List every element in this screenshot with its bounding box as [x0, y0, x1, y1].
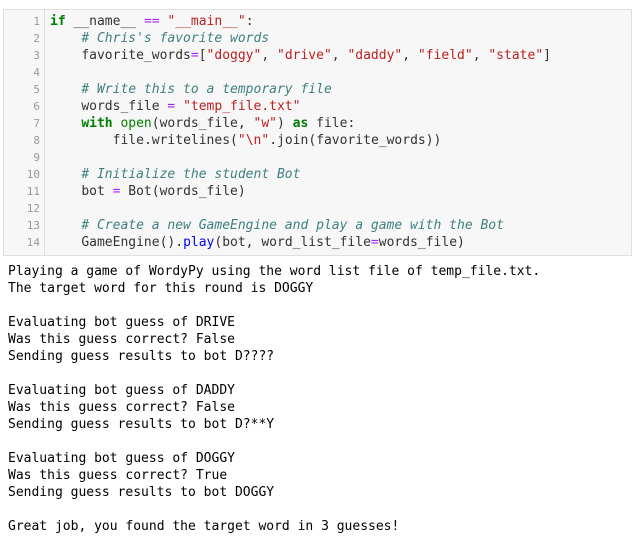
output-line: Evaluating bot guess of DRIVE [8, 315, 235, 330]
comma: , [331, 48, 348, 63]
line-number: 12 [26, 202, 40, 215]
args: ) [277, 116, 293, 131]
string-literal: "daddy" [347, 48, 403, 63]
string-literal: "\n" [237, 133, 270, 148]
call: Bot(words_file) [128, 184, 246, 199]
line-number: 3 [33, 49, 40, 62]
line-number: 6 [33, 100, 40, 113]
bracket-close: ] [543, 48, 551, 63]
output-line: Great job, you found the target word in … [8, 519, 400, 534]
line-number: 1 [33, 15, 40, 28]
line-number: 5 [33, 83, 40, 96]
args: (favorite_words)) [308, 133, 442, 148]
operator-assign: = [190, 48, 199, 63]
identifier: words_file [81, 99, 160, 114]
code-line-3[interactable]: favorite_words=["doggy", "drive", "daddy… [50, 47, 551, 64]
method: join [277, 133, 309, 148]
code-line-5[interactable]: # Write this to a temporary file [50, 81, 332, 98]
target: file: [308, 116, 356, 131]
identifier: favorite_words [81, 48, 191, 63]
output-line: Was this guess correct? False [8, 332, 235, 347]
line-number: 2 [33, 32, 40, 45]
line-number: 10 [26, 168, 40, 181]
keyword-if: if [50, 14, 66, 29]
colon: : [245, 14, 254, 29]
bracket-open: [ [198, 48, 207, 63]
line-number: 9 [33, 151, 40, 164]
comment: # Create a new GameEngine and play a gam… [81, 218, 504, 233]
output-line: Evaluating bot guess of DADDY [8, 383, 235, 398]
code-line-6[interactable]: words_file = "temp_file.txt" [50, 98, 300, 115]
code-line-11[interactable]: bot = Bot(words_file) [50, 183, 246, 200]
dot: . [269, 133, 278, 148]
method: writelines [151, 133, 231, 148]
output-line: Evaluating bot guess of DOGGY [8, 451, 235, 466]
identifier: file [112, 133, 144, 148]
output-line: The target word for this round is DOGGY [8, 281, 314, 296]
string-main: "__main__" [167, 14, 246, 29]
code-cell[interactable]: 1 2 3 4 5 6 7 8 9 10 11 12 13 14 if __na… [3, 9, 632, 256]
paren: ( [230, 133, 238, 148]
operator-assign: = [112, 184, 121, 199]
comma: , [261, 48, 277, 63]
string-literal: "w" [253, 116, 277, 131]
operator-assign: = [370, 235, 379, 250]
output-line: Sending guess results to bot DOGGY [8, 485, 275, 500]
line-number: 8 [33, 134, 40, 147]
operator-assign: = [167, 99, 176, 114]
code-line-14[interactable]: GameEngine().play(bot, word_list_file=wo… [50, 234, 465, 251]
line-number: 14 [26, 236, 40, 249]
output-line: Sending guess results to bot D?**Y [8, 417, 275, 432]
operator-eq: == [143, 14, 160, 29]
line-number: 7 [33, 117, 40, 130]
args: (words_file, [151, 116, 254, 131]
identifier: bot [81, 184, 105, 199]
output-line: Was this guess correct? True [8, 468, 228, 483]
call: GameEngine() [81, 235, 176, 250]
line-number: 13 [26, 219, 40, 232]
comment: # Initialize the student Bot [81, 167, 301, 182]
code-line-7[interactable]: with open(words_file, "w") as file: [50, 115, 355, 132]
comment: # Chris's favorite words [81, 31, 270, 46]
builtin-open: open [120, 116, 152, 131]
comma: , [472, 48, 489, 63]
args: (bot, word_list_file [214, 235, 371, 250]
string-literal: "doggy" [206, 48, 262, 63]
dot: . [175, 235, 184, 250]
output-line: Sending guess results to bot D???? [8, 349, 275, 364]
identifier-name: __name__ [73, 14, 137, 29]
line-number: 11 [26, 185, 40, 198]
code-line-10[interactable]: # Initialize the student Bot [50, 166, 300, 183]
keyword-as: as [292, 116, 309, 131]
code-line-8[interactable]: file.writelines("\n".join(favorite_words… [50, 132, 442, 149]
args: words_file) [378, 235, 465, 250]
dot: . [143, 133, 152, 148]
method: play [183, 235, 215, 250]
code-line-13[interactable]: # Create a new GameEngine and play a gam… [50, 217, 504, 234]
comma: , [402, 48, 418, 63]
code-line-1[interactable]: if __name__ == "__main__": [50, 13, 254, 30]
string-literal: "drive" [277, 48, 332, 63]
output-line: Was this guess correct? False [8, 400, 235, 415]
line-number-gutter: 1 2 3 4 5 6 7 8 9 10 11 12 13 14 [4, 10, 45, 255]
string-literal: "state" [488, 48, 544, 63]
code-line-2[interactable]: # Chris's favorite words [50, 30, 269, 47]
keyword-with: with [81, 116, 113, 131]
cell-output: Playing a game of WordyPy using the word… [8, 263, 628, 535]
output-line: Playing a game of WordyPy using the word… [8, 264, 541, 279]
line-number: 4 [33, 66, 40, 79]
string-literal: "field" [417, 48, 473, 63]
comment: # Write this to a temporary file [81, 82, 332, 97]
string-literal: "temp_file.txt" [183, 99, 301, 114]
